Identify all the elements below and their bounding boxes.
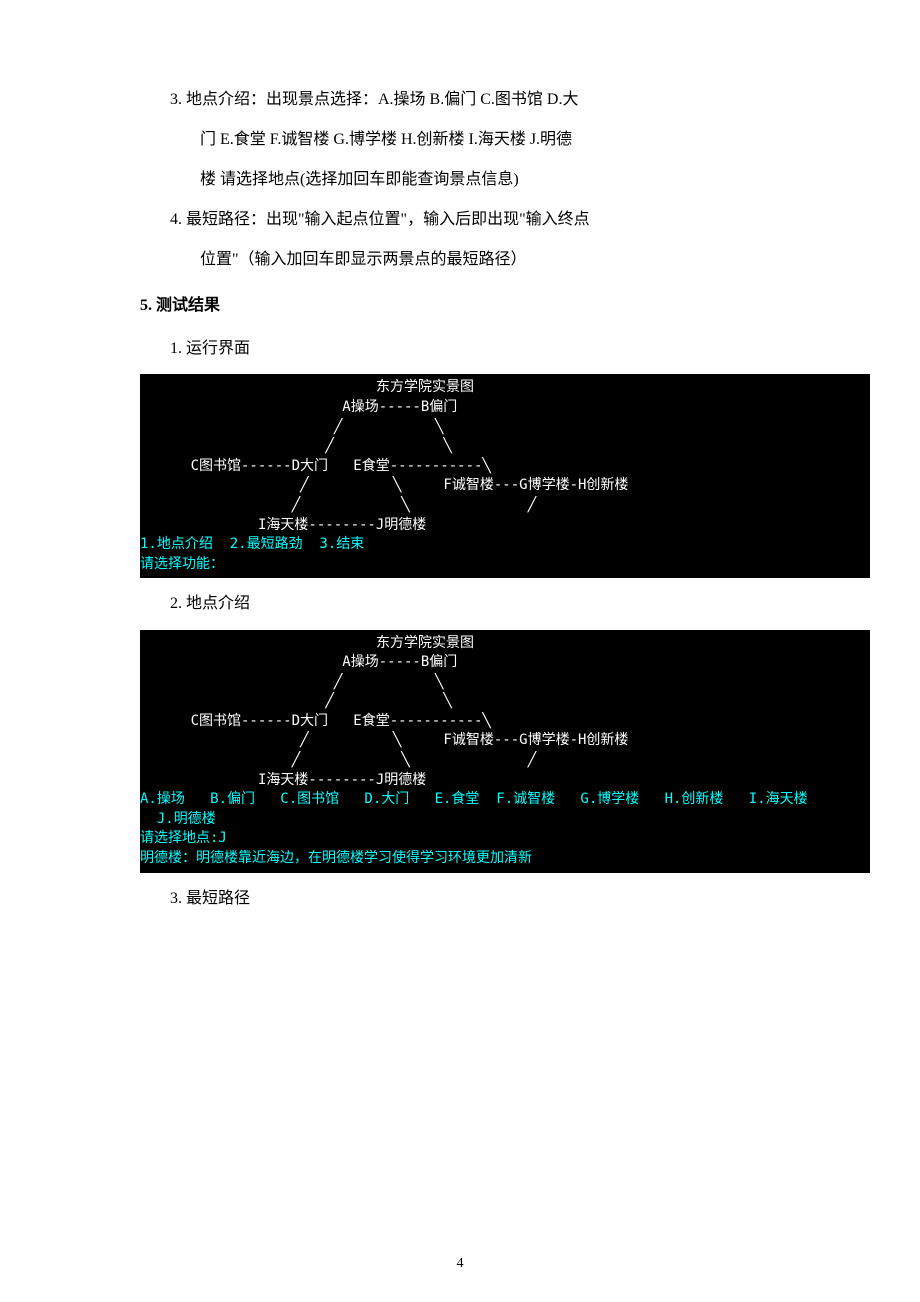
section-5-heading: 5. 测试结果	[140, 288, 810, 323]
item-number: 3.	[170, 91, 182, 108]
console-line: I海天楼--------J明德楼	[140, 517, 426, 533]
console-line: C图书馆------D大门 E食堂-----------╲	[140, 458, 491, 474]
list-item-4: 4. 最短路径：出现"输入起点位置"，输入后即出现"输入终点	[170, 200, 810, 240]
sub-number: 1.	[170, 340, 182, 357]
sub-item-3: 3. 最短路径	[170, 881, 810, 916]
page-number: 4	[0, 1256, 920, 1272]
console-line: A操场-----B偏门	[140, 654, 457, 670]
console-screenshot-1: 东方学院实景图 A操场-----B偏门 ╱ ╲ ╱ ╲ C图书馆------D大…	[140, 374, 870, 578]
console-line: ╱ ╲ ╱	[140, 752, 536, 768]
console-line: I海天楼--------J明德楼	[140, 772, 426, 788]
sub-number: 2.	[170, 595, 182, 612]
console-line: ╱ ╲ ╱	[140, 497, 536, 513]
console-prompt: 请选择地点:J	[140, 830, 227, 846]
console-line: 东方学院实景图	[140, 379, 474, 395]
console-line: ╱ ╲	[140, 438, 452, 454]
sub-item-1: 1. 运行界面	[170, 331, 810, 366]
console-line: 东方学院实景图	[140, 635, 474, 651]
sub-item-2: 2. 地点介绍	[170, 586, 810, 621]
console-line: ╱ ╲	[140, 693, 452, 709]
section-number: 5.	[140, 297, 152, 314]
sub-label: 地点介绍	[186, 595, 250, 612]
console-line: C图书馆------D大门 E食堂-----------╲	[140, 713, 491, 729]
console-line: A操场-----B偏门	[140, 399, 457, 415]
console-line: ╱ ╲ F诚智楼---G博学楼-H创新楼	[140, 477, 628, 493]
item-number: 4.	[170, 211, 182, 228]
list-item-3-cont2: 楼 请选择地点(选择加回车即能查询景点信息)	[200, 160, 810, 200]
sub-number: 3.	[170, 890, 182, 907]
console-line: ╱ ╲	[140, 419, 443, 435]
list-item-4-cont: 位置"（输入加回车即显示两景点的最短路径）	[200, 240, 810, 280]
item-text: 最短路径：出现"输入起点位置"，输入后即出现"输入终点	[186, 211, 590, 228]
console-options: A.操场 B.偏门 C.图书馆 D.大门 E.食堂 F.诚智楼 G.博学楼 H.…	[140, 791, 808, 807]
sub-label: 运行界面	[186, 340, 250, 357]
list-item-3: 3. 地点介绍：出现景点选择：A.操场 B.偏门 C.图书馆 D.大	[170, 80, 810, 120]
console-options: J.明德楼	[140, 811, 216, 827]
list-item-3-cont1: 门 E.食堂 F.诚智楼 G.博学楼 H.创新楼 I.海天楼 J.明德	[200, 120, 810, 160]
item-text: 地点介绍：出现景点选择：A.操场 B.偏门 C.图书馆 D.大	[186, 91, 578, 108]
console-line: ╱ ╲	[140, 674, 443, 690]
section-title: 测试结果	[156, 297, 220, 314]
console-prompt: 请选择功能：	[140, 556, 224, 572]
console-line: ╱ ╲ F诚智楼---G博学楼-H创新楼	[140, 732, 628, 748]
console-screenshot-2: 东方学院实景图 A操场-----B偏门 ╱ ╲ ╱ ╲ C图书馆------D大…	[140, 630, 870, 873]
console-menu: 1.地点介绍 2.最短路劲 3.结束	[140, 536, 364, 552]
console-result: 明德楼：明德楼靠近海边，在明德楼学习使得学习环境更加清新	[140, 850, 532, 866]
sub-label: 最短路径	[186, 890, 250, 907]
